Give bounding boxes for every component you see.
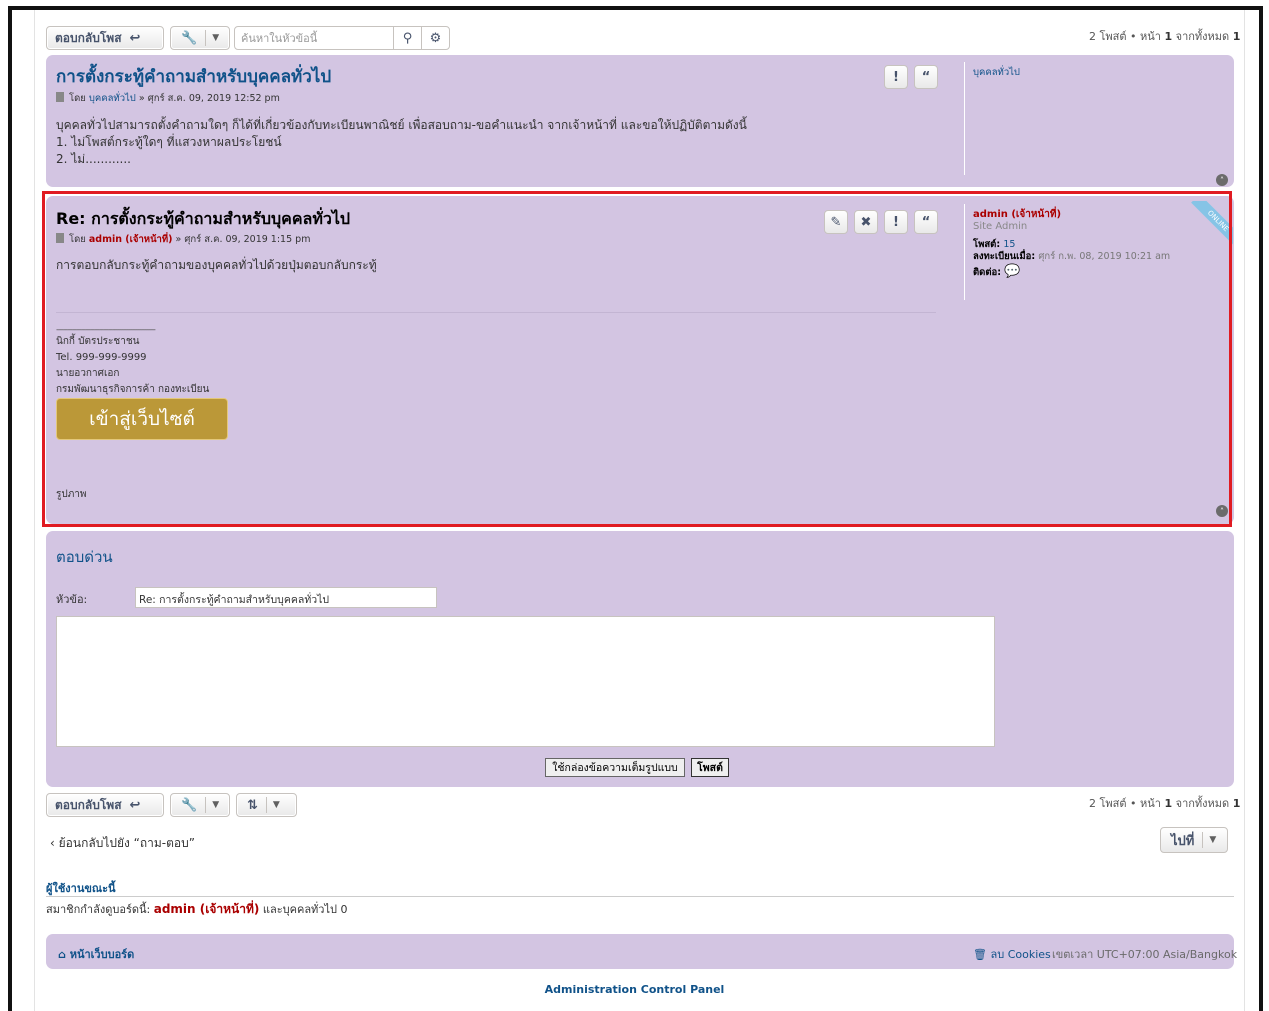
search-button[interactable]: ⚲ [393,27,421,49]
report-button[interactable]: ! [884,65,908,89]
who-is-online-text: สมาชิกกำลังดูบอร์ดนี้: admin (เจ้าหน้าที… [46,900,348,919]
meta-by: โดย [69,93,86,104]
post-1-date: » ศุกร์ ส.ค. 09, 2019 12:52 pm [138,93,280,104]
quote-button[interactable]: “ [914,65,938,89]
sort-options-button[interactable]: ⇅ ▼ [236,793,297,817]
jump-label: ไปที่ [1171,833,1195,849]
content-line: 2. ไม่............ [56,152,131,166]
caret-down-icon: ▼ [212,800,220,810]
subject-label: หัวข้อ: [56,593,88,606]
wrench-icon: 🔧 [181,30,198,46]
who-is-online-title[interactable]: ผู้ใช้งานขณะนี้ [46,879,116,897]
back-to-forum-link[interactable]: ‹ ย้อนกลับไปยัง “ถาม-ตอบ” [50,834,195,853]
page-prefix: หน้า [1140,30,1161,43]
home-icon: ⌂ [58,948,66,961]
wrench-icon: 🔧 [181,797,198,813]
post-count: 2 โพสต์ [1089,797,1127,810]
sort-icon: ⇅ [247,797,258,813]
reply-arrow-icon: ↩ [129,797,141,813]
acp-label: Administration Control Panel [544,983,725,996]
search-icon: ⚲ [402,30,413,46]
caret-down-icon: ▼ [272,800,280,810]
back-link-label: ย้อนกลับไปยัง “ถาม-ตอบ” [58,836,195,850]
reply-button-label: ตอบกลับโพส [55,797,122,812]
post-1-author-link[interactable]: บุคคลทั่วไป [89,93,136,104]
message-textarea[interactable] [56,616,995,747]
quick-reply-title: ตอบด่วน [56,548,113,566]
reply-arrow-icon: ↩ [129,30,141,46]
page-total: 1 [1232,30,1241,43]
page-of: จากทั้งหมด [1175,797,1230,810]
divider [205,30,207,46]
subject-input[interactable]: Re: การตั้งกระทู้คำถามสำหรับบุคคลทั่วไป [135,587,437,608]
search-topic-box: ค้นหาในหัวข้อนี้ ⚲ ⚙ [234,26,450,50]
post-1-title[interactable]: การตั้งกระทู้คำถามสำหรับบุคคลทั่วไป [56,63,331,90]
exclamation-icon: ! [893,69,899,85]
divider [1202,832,1204,848]
jump-to-button[interactable]: ไปที่ ▼ [1160,827,1228,853]
trash-icon: 🗑 [973,948,987,961]
file-icon [56,92,64,102]
caret-down-icon: ▼ [1209,835,1217,845]
topic-tools-button-bottom[interactable]: 🔧 ▼ [170,793,230,817]
delete-cookies-label: ลบ Cookies [990,948,1051,961]
bullet: • [1130,30,1137,43]
chevron-left-icon: ‹ [50,836,55,850]
post-1-profile: บุคคลทั่วไป [973,65,1020,80]
post-1-content: บุคคลทั่วไปสามารถตั้งคำถามใดๆ ก็ได้ที่เก… [56,117,747,168]
page-number: 1 [1164,797,1173,810]
post-1-profile-name[interactable]: บุคคลทั่วไป [973,67,1020,78]
page-of: จากทั้งหมด [1175,30,1230,43]
pagination-top: 2 โพสต์ • หน้า 1 จากทั้งหมด 1 [1089,27,1240,45]
delete-cookies-link[interactable]: 🗑 ลบ Cookies [973,945,1051,963]
full-editor-button[interactable]: ใช้กล่องข้อความเต็มรูปแบบ [545,758,685,777]
content-line: 1. ไม่โพสต์กระทู้ใดๆ ที่แสวงหาผลประโยชน์ [56,135,282,149]
content-line: บุคคลทั่วไปสามารถตั้งคำถามใดๆ ก็ได้ที่เก… [56,118,747,132]
post-button[interactable]: โพสต์ [691,758,729,777]
highlight-box [42,191,1232,527]
page-prefix: หน้า [1140,797,1161,810]
whois-suffix: และบุคคลทั่วไป 0 [262,903,348,916]
page-total: 1 [1232,797,1241,810]
search-input[interactable]: ค้นหาในหัวข้อนี้ [235,29,393,47]
profile-divider [964,62,965,175]
board-index-link[interactable]: ⌂ หน้าเว็บบอร์ด [58,945,134,963]
divider [265,797,267,813]
whois-prefix: สมาชิกกำลังดูบอร์ดนี้: [46,903,151,916]
divider [205,797,207,813]
post-1-meta: โดย บุคคลทั่วไป » ศุกร์ ส.ค. 09, 2019 12… [56,91,280,106]
online-admin-link[interactable]: admin (เจ้าหน้าที่) [154,902,260,916]
acp-link[interactable]: Administration Control Panel [0,983,1269,996]
quote-icon: “ [921,69,931,85]
board-index-label: หน้าเว็บบอร์ด [69,948,135,961]
gear-icon: ⚙ [429,30,442,46]
topic-tools-button-top[interactable]: 🔧 ▼ [170,26,230,50]
post-count: 2 โพสต์ [1089,30,1127,43]
page-number: 1 [1164,30,1173,43]
reply-button-bottom[interactable]: ตอบกลับโพส ↩ [46,793,164,817]
timezone-text: เขตเวลา UTC+07:00 Asia/Bangkok [1052,948,1238,961]
caret-down-icon: ▼ [212,33,220,43]
advanced-search-button[interactable]: ⚙ [421,27,449,49]
bullet: • [1130,797,1137,810]
back-to-top-icon[interactable]: ˄ [1216,174,1228,186]
reply-button-label: ตอบกลับโพส [55,30,122,45]
divider [46,896,1234,897]
reply-button-top[interactable]: ตอบกลับโพส ↩ [46,26,164,50]
pagination-bottom: 2 โพสต์ • หน้า 1 จากทั้งหมด 1 [1089,794,1240,812]
